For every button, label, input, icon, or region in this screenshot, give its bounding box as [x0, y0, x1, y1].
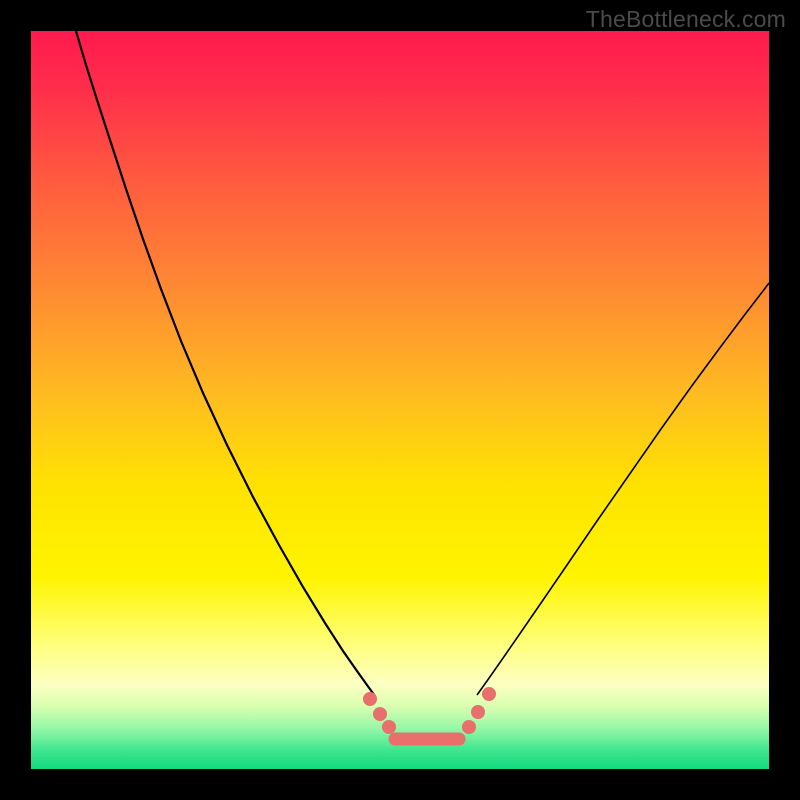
marker-point [482, 687, 496, 701]
series-bottleneck-curve-right [477, 283, 769, 695]
plot-area [31, 31, 769, 769]
series-bottleneck-curve-left [76, 31, 375, 696]
marker-point [373, 707, 387, 721]
watermark-text: TheBottleneck.com [586, 6, 786, 33]
marker-point [462, 720, 476, 734]
curve-layer [31, 31, 769, 769]
marker-point [363, 692, 377, 706]
chart-frame: TheBottleneck.com [0, 0, 800, 800]
marker-point [471, 705, 485, 719]
marker-point [382, 720, 396, 734]
